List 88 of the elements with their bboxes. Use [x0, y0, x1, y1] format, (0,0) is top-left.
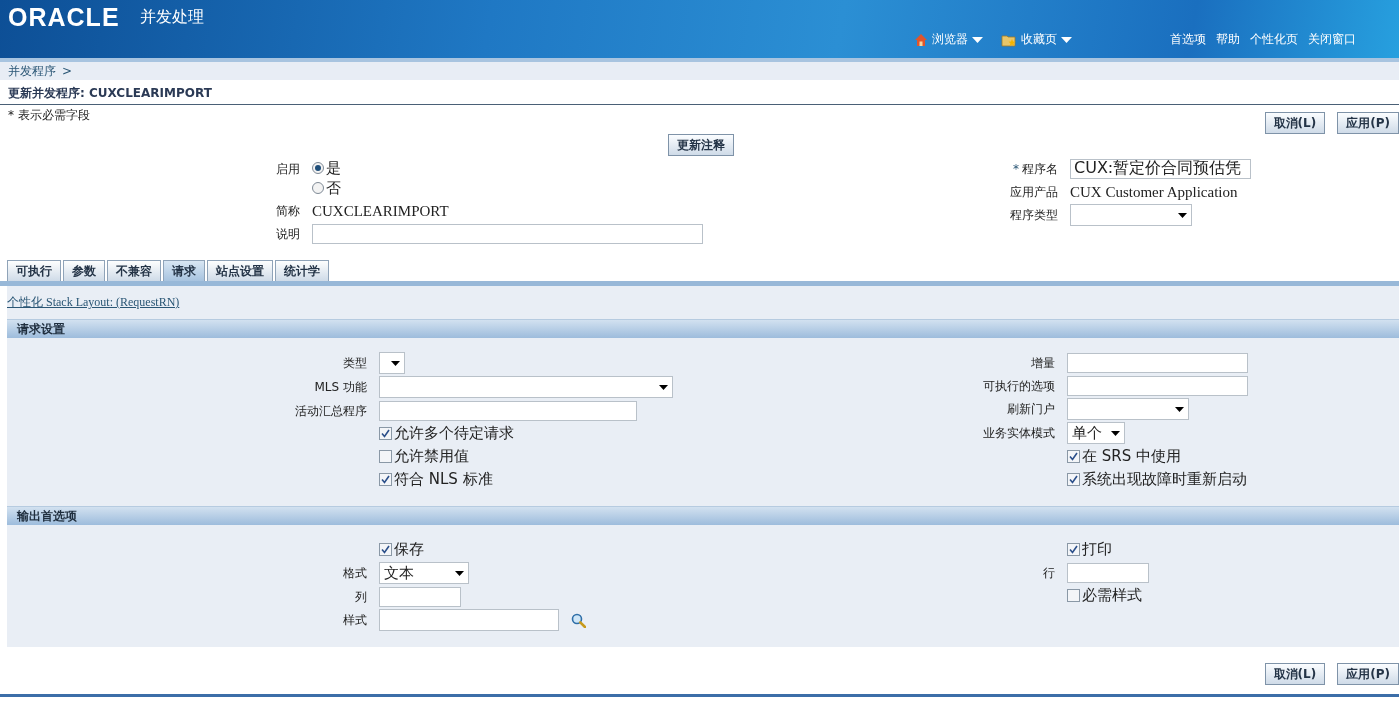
personalize-link[interactable]: 个性化 Stack Layout: (RequestRN) [7, 294, 180, 311]
caret-icon [391, 360, 400, 366]
input-field[interactable] [1067, 562, 1149, 583]
checkbox-label: 保存 [394, 540, 424, 559]
field-label: 类型 [343, 356, 367, 370]
radio-label: 否 [326, 178, 341, 198]
field-label: 可执行的选项 [983, 379, 1055, 393]
field-label: 启用 [276, 162, 300, 176]
input-field[interactable] [312, 223, 703, 244]
checkbox-label: 允许禁用值 [394, 447, 469, 466]
checkbox-label: 系统出现故障时重新启动 [1082, 470, 1247, 489]
folder-star-icon[interactable] [1001, 32, 1017, 47]
field-label: 刷新门户 [1007, 402, 1055, 416]
field-label: 增量 [1031, 356, 1055, 370]
radio-label: 是 [326, 158, 341, 178]
house-icon[interactable] [914, 32, 928, 47]
field-value: CUXCLEARIMPORT [312, 201, 449, 220]
field-label: 简称 [276, 204, 300, 218]
input-field[interactable] [379, 400, 637, 421]
header-link[interactable]: 关闭窗口 [1308, 31, 1356, 48]
radio-button[interactable] [312, 162, 324, 174]
field-label: 程序名 [1022, 162, 1058, 176]
caret-icon [1175, 406, 1184, 412]
caret-icon [455, 570, 464, 576]
input-field[interactable]: CUX:暂定价合同预估凭 [1070, 158, 1251, 179]
dropdown[interactable]: 单个 [1067, 422, 1125, 444]
action-button[interactable]: 应用(P) [1337, 663, 1399, 685]
field-label: 业务实体模式 [983, 426, 1055, 440]
checkbox[interactable] [379, 427, 392, 440]
breadcrumb-link[interactable]: 并发程序 [8, 62, 56, 80]
checkbox[interactable] [379, 450, 392, 463]
tab[interactable]: 参数 [63, 260, 105, 281]
caret-icon [659, 384, 668, 390]
page-title: 更新并发程序: CUXCLEARIMPORT [8, 85, 213, 102]
checkbox-label: 打印 [1082, 540, 1112, 559]
tab[interactable]: 站点设置 [207, 260, 273, 281]
tab[interactable]: 可执行 [7, 260, 61, 281]
required-mark: * [1013, 162, 1019, 176]
dropdown[interactable]: 文本 [379, 562, 469, 584]
tab[interactable]: 统计学 [275, 260, 329, 281]
checkbox-label: 在 SRS 中使用 [1082, 447, 1181, 466]
update-notes-button[interactable]: 更新注释 [668, 134, 734, 156]
caret-icon[interactable] [1061, 36, 1072, 43]
caret-icon [1111, 430, 1120, 436]
field-label: 说明 [276, 227, 300, 241]
field-label: 样式 [343, 613, 367, 627]
app-title: 并发处理 [139, 7, 204, 28]
field-label: 格式 [343, 566, 367, 580]
field-value: CUX Customer Application [1070, 182, 1238, 201]
required-note: * 表示必需字段 [8, 107, 90, 124]
header-link[interactable]: 首选项 [1170, 31, 1206, 48]
tab[interactable]: 请求 [163, 260, 205, 281]
input-field[interactable] [379, 586, 461, 607]
checkbox[interactable] [1067, 473, 1080, 486]
checkbox[interactable] [379, 473, 392, 486]
field-label: 应用产品 [1010, 185, 1058, 199]
text-area[interactable] [379, 609, 559, 631]
field-label: 列 [355, 590, 367, 604]
checkbox-label: 必需样式 [1082, 586, 1142, 605]
input-field[interactable] [1067, 352, 1248, 373]
caret-icon[interactable] [972, 36, 983, 43]
dropdown[interactable] [379, 352, 405, 374]
field-label: 程序类型 [1010, 208, 1058, 222]
search-icon[interactable] [571, 612, 586, 628]
checkbox[interactable] [1067, 450, 1080, 463]
field-label: MLS 功能 [314, 380, 367, 394]
nav-menu[interactable]: 收藏页 [1021, 31, 1057, 48]
radio-button[interactable] [312, 182, 324, 194]
checkbox-label: 符合 NLS 标准 [394, 470, 493, 489]
checkbox[interactable] [1067, 589, 1080, 602]
header-link[interactable]: 帮助 [1216, 31, 1240, 48]
section-header: 输出首选项 [7, 506, 1399, 525]
caret-icon [1178, 212, 1187, 218]
action-button[interactable]: 应用(P) [1337, 112, 1399, 134]
checkbox[interactable] [379, 543, 392, 556]
tab[interactable]: 不兼容 [107, 260, 161, 281]
checkbox[interactable] [1067, 543, 1080, 556]
section-header: 请求设置 [7, 319, 1399, 338]
action-button[interactable]: 取消(L) [1264, 112, 1326, 134]
header-link[interactable]: 个性化页 [1250, 31, 1298, 48]
action-button[interactable]: 取消(L) [1264, 663, 1326, 685]
field-label: 活动汇总程序 [295, 404, 367, 418]
nav-menu[interactable]: 浏览器 [932, 31, 968, 48]
checkbox-label: 允许多个待定请求 [394, 424, 514, 443]
field-label: 行 [1043, 566, 1055, 580]
breadcrumb-separator: > [62, 64, 73, 78]
logo: ORACLE [8, 3, 120, 32]
input-field[interactable] [1067, 375, 1248, 396]
